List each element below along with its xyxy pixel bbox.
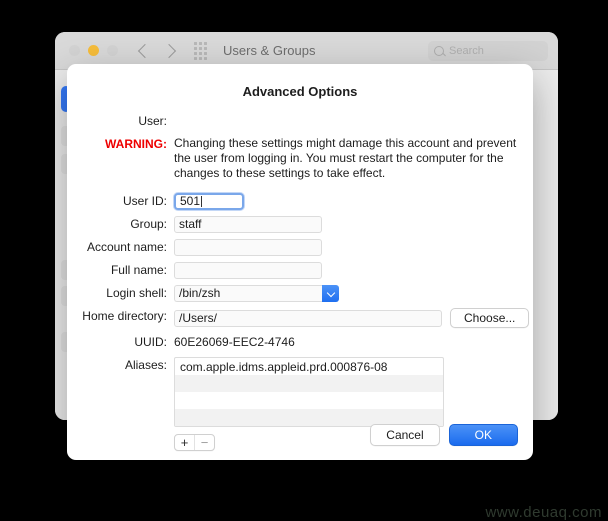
uuid-value: 60E26069-EEC2-4746 (174, 334, 295, 351)
chevron-down-icon[interactable] (322, 285, 339, 302)
user-id-input[interactable]: 501 (174, 193, 244, 210)
login-shell-row: Login shell: /bin/zsh (81, 285, 519, 302)
aliases-list[interactable]: com.apple.idms.appleid.prd.000876-08 (174, 357, 444, 427)
user-row: User: (81, 113, 519, 130)
login-shell-input[interactable]: /bin/zsh (174, 285, 322, 302)
home-directory-label: Home directory: (81, 308, 174, 325)
home-directory-input[interactable]: /Users/ (174, 310, 442, 327)
list-item[interactable] (175, 392, 443, 409)
sheet-title: Advanced Options (67, 84, 533, 99)
grid-dot (194, 52, 197, 55)
grid-dot (199, 57, 202, 60)
options-form: User: WARNING: Changing these settings m… (67, 113, 533, 452)
choose-button[interactable]: Choose... (450, 308, 529, 328)
full-name-input[interactable] (174, 262, 322, 279)
warning-row: WARNING: Changing these settings might d… (81, 136, 519, 181)
grid-dot (199, 42, 202, 45)
aliases-row: Aliases: com.apple.idms.appleid.prd.0008… (81, 357, 519, 427)
grid-dot (204, 52, 207, 55)
grid-dot (194, 57, 197, 60)
user-id-label: User ID: (81, 193, 174, 210)
grid-dot (204, 57, 207, 60)
home-directory-group: /Users/ Choose... (174, 308, 529, 328)
search-field[interactable]: Search (428, 41, 548, 61)
traffic-light-buttons[interactable] (69, 45, 118, 56)
grid-dot (204, 42, 207, 45)
grid-dot (194, 47, 197, 50)
grid-dot (199, 52, 202, 55)
account-name-label: Account name: (81, 239, 174, 256)
window-title: Users & Groups (223, 43, 315, 58)
full-name-label: Full name: (81, 262, 174, 279)
navigation-buttons[interactable] (140, 46, 174, 56)
login-shell-combobox[interactable]: /bin/zsh (174, 285, 339, 302)
user-label: User: (81, 113, 174, 130)
home-directory-row: Home directory: /Users/ Choose... (81, 308, 519, 328)
account-name-input[interactable] (174, 239, 322, 256)
grid-dot (199, 47, 202, 50)
watermark: www.deuaq.com (485, 504, 602, 521)
grid-dot (204, 47, 207, 50)
forward-chevron-icon[interactable] (162, 43, 176, 57)
user-id-row: User ID: 501 (81, 193, 519, 210)
group-input[interactable]: staff (174, 216, 322, 233)
search-placeholder: Search (449, 45, 484, 57)
zoom-window-button[interactable] (107, 45, 118, 56)
search-icon (434, 46, 444, 56)
warning-text: Changing these settings might damage thi… (174, 136, 519, 181)
aliases-label: Aliases: (81, 357, 174, 374)
close-window-button[interactable] (69, 45, 80, 56)
login-shell-label: Login shell: (81, 285, 174, 302)
add-alias-button[interactable]: + (175, 435, 194, 450)
sheet-footer: Cancel OK (370, 424, 518, 446)
minimize-window-button[interactable] (88, 45, 99, 56)
remove-alias-button[interactable]: − (194, 435, 214, 450)
list-item[interactable]: com.apple.idms.appleid.prd.000876-08 (175, 358, 443, 375)
group-row: Group: staff (81, 216, 519, 233)
grid-dot (194, 42, 197, 45)
full-name-row: Full name: (81, 262, 519, 279)
ok-button[interactable]: OK (449, 424, 518, 446)
chevron-glyph (326, 288, 334, 296)
warning-label: WARNING: (81, 136, 174, 153)
advanced-options-sheet: Advanced Options User: WARNING: Changing… (67, 64, 533, 460)
back-chevron-icon[interactable] (138, 43, 152, 57)
list-item[interactable] (175, 375, 443, 392)
cancel-button[interactable]: Cancel (370, 424, 439, 446)
uuid-label: UUID: (81, 334, 174, 351)
account-name-row: Account name: (81, 239, 519, 256)
show-all-grid-icon[interactable] (194, 42, 207, 60)
group-label: Group: (81, 216, 174, 233)
uuid-row: UUID: 60E26069-EEC2-4746 (81, 334, 519, 351)
add-remove-segmented-control[interactable]: + − (174, 434, 215, 451)
